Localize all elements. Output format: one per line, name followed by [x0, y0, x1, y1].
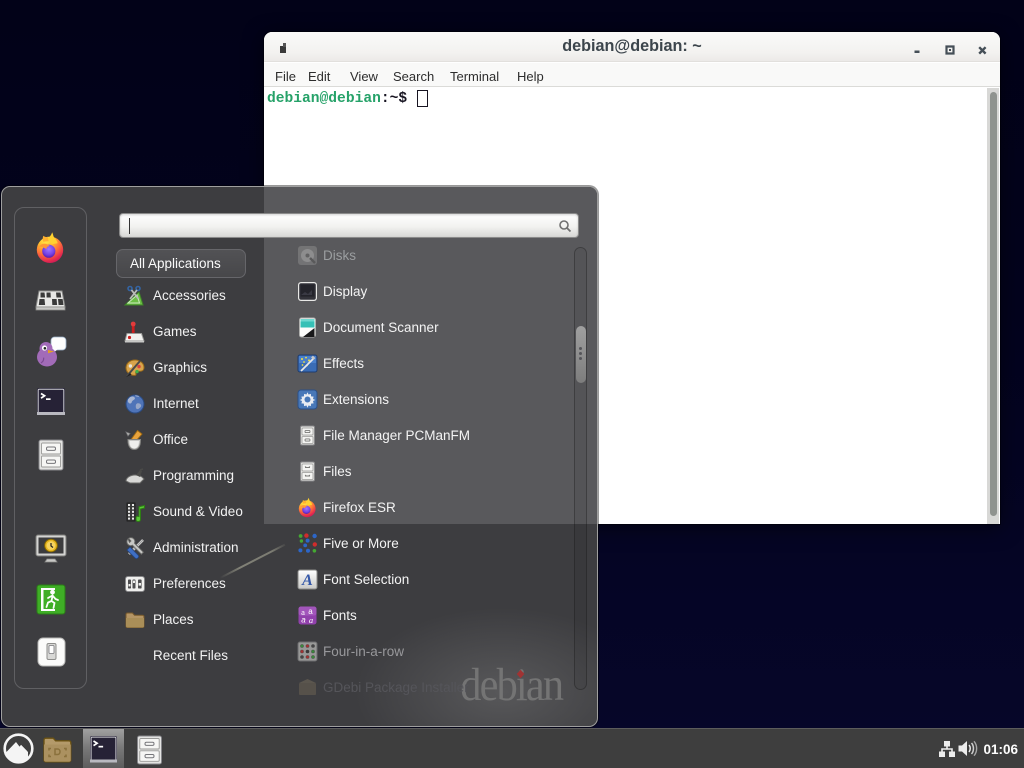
- svg-text:A: A: [301, 572, 313, 589]
- svg-text:a: a: [301, 616, 306, 625]
- svg-text:a: a: [309, 615, 313, 625]
